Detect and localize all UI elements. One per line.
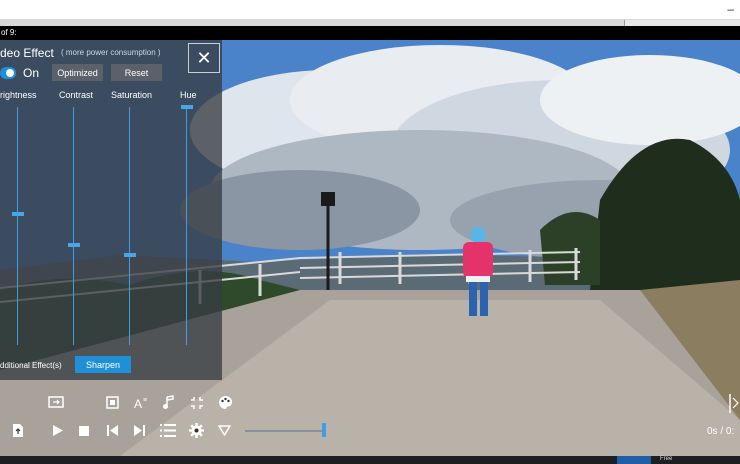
next-icon[interactable]: [133, 424, 146, 437]
toggle-label: On: [23, 66, 40, 80]
taskbar-highlight: [617, 456, 651, 464]
minimize-glyph[interactable]: –: [727, 2, 734, 16]
free-label: Free: [660, 456, 673, 462]
effect-toggle[interactable]: [0, 67, 16, 79]
taskbar-strip: Free: [0, 456, 740, 464]
contrast-slider-track[interactable]: [73, 107, 74, 345]
seek-bar[interactable]: [245, 430, 325, 432]
saturation-label: Saturation: [111, 90, 153, 100]
brightness-slider-track[interactable]: [17, 107, 18, 345]
hue-slider-track[interactable]: [186, 107, 187, 345]
svg-text:≡: ≡: [143, 397, 147, 404]
video-effect-panel: deo Effect ( more power consumption ) ✕ …: [0, 40, 222, 380]
right-edge-controls: [727, 393, 740, 443]
stop-icon[interactable]: [79, 426, 89, 436]
panel-subtitle: ( more power consumption ): [61, 48, 161, 57]
seek-handle[interactable]: [322, 423, 326, 437]
color-palette-icon[interactable]: [218, 395, 233, 410]
close-button[interactable]: ✕: [188, 43, 220, 73]
close-icon: ✕: [196, 48, 212, 68]
sharpen-button[interactable]: Sharpen: [75, 356, 131, 373]
saturation-slider-track[interactable]: [129, 107, 130, 345]
top-strip: –: [0, 0, 740, 19]
additional-effects-label: dditional Effect(s): [0, 361, 62, 370]
more-icon[interactable]: [218, 425, 231, 436]
music-note-icon[interactable]: [162, 395, 176, 410]
open-file-icon[interactable]: [12, 423, 24, 438]
contrast-label: Contrast: [59, 90, 94, 100]
subtitle-icon[interactable]: A ≡: [134, 395, 150, 410]
hue-label: Hue: [180, 90, 197, 100]
brightness-label: rightness: [0, 90, 37, 100]
brightness-slider-thumb[interactable]: [12, 212, 24, 217]
previous-icon[interactable]: [106, 424, 119, 437]
info-text: of 9:: [1, 28, 17, 37]
optimized-button[interactable]: Optimized: [52, 64, 103, 81]
info-bar: of 9:: [0, 26, 740, 40]
settings-icon[interactable]: [189, 423, 204, 438]
play-icon[interactable]: [52, 424, 64, 437]
fullscreen-icon[interactable]: [106, 396, 119, 409]
svg-text:A: A: [134, 397, 142, 410]
reset-button[interactable]: Reset: [111, 64, 162, 81]
hue-slider-thumb[interactable]: [181, 105, 193, 109]
fit-screen-icon[interactable]: [190, 396, 204, 410]
playlist-icon[interactable]: [160, 423, 176, 438]
aspect-ratio-icon[interactable]: [48, 396, 64, 408]
contrast-slider-thumb[interactable]: [68, 243, 80, 248]
saturation-slider-thumb[interactable]: [124, 252, 136, 257]
panel-title: deo Effect: [0, 46, 54, 60]
